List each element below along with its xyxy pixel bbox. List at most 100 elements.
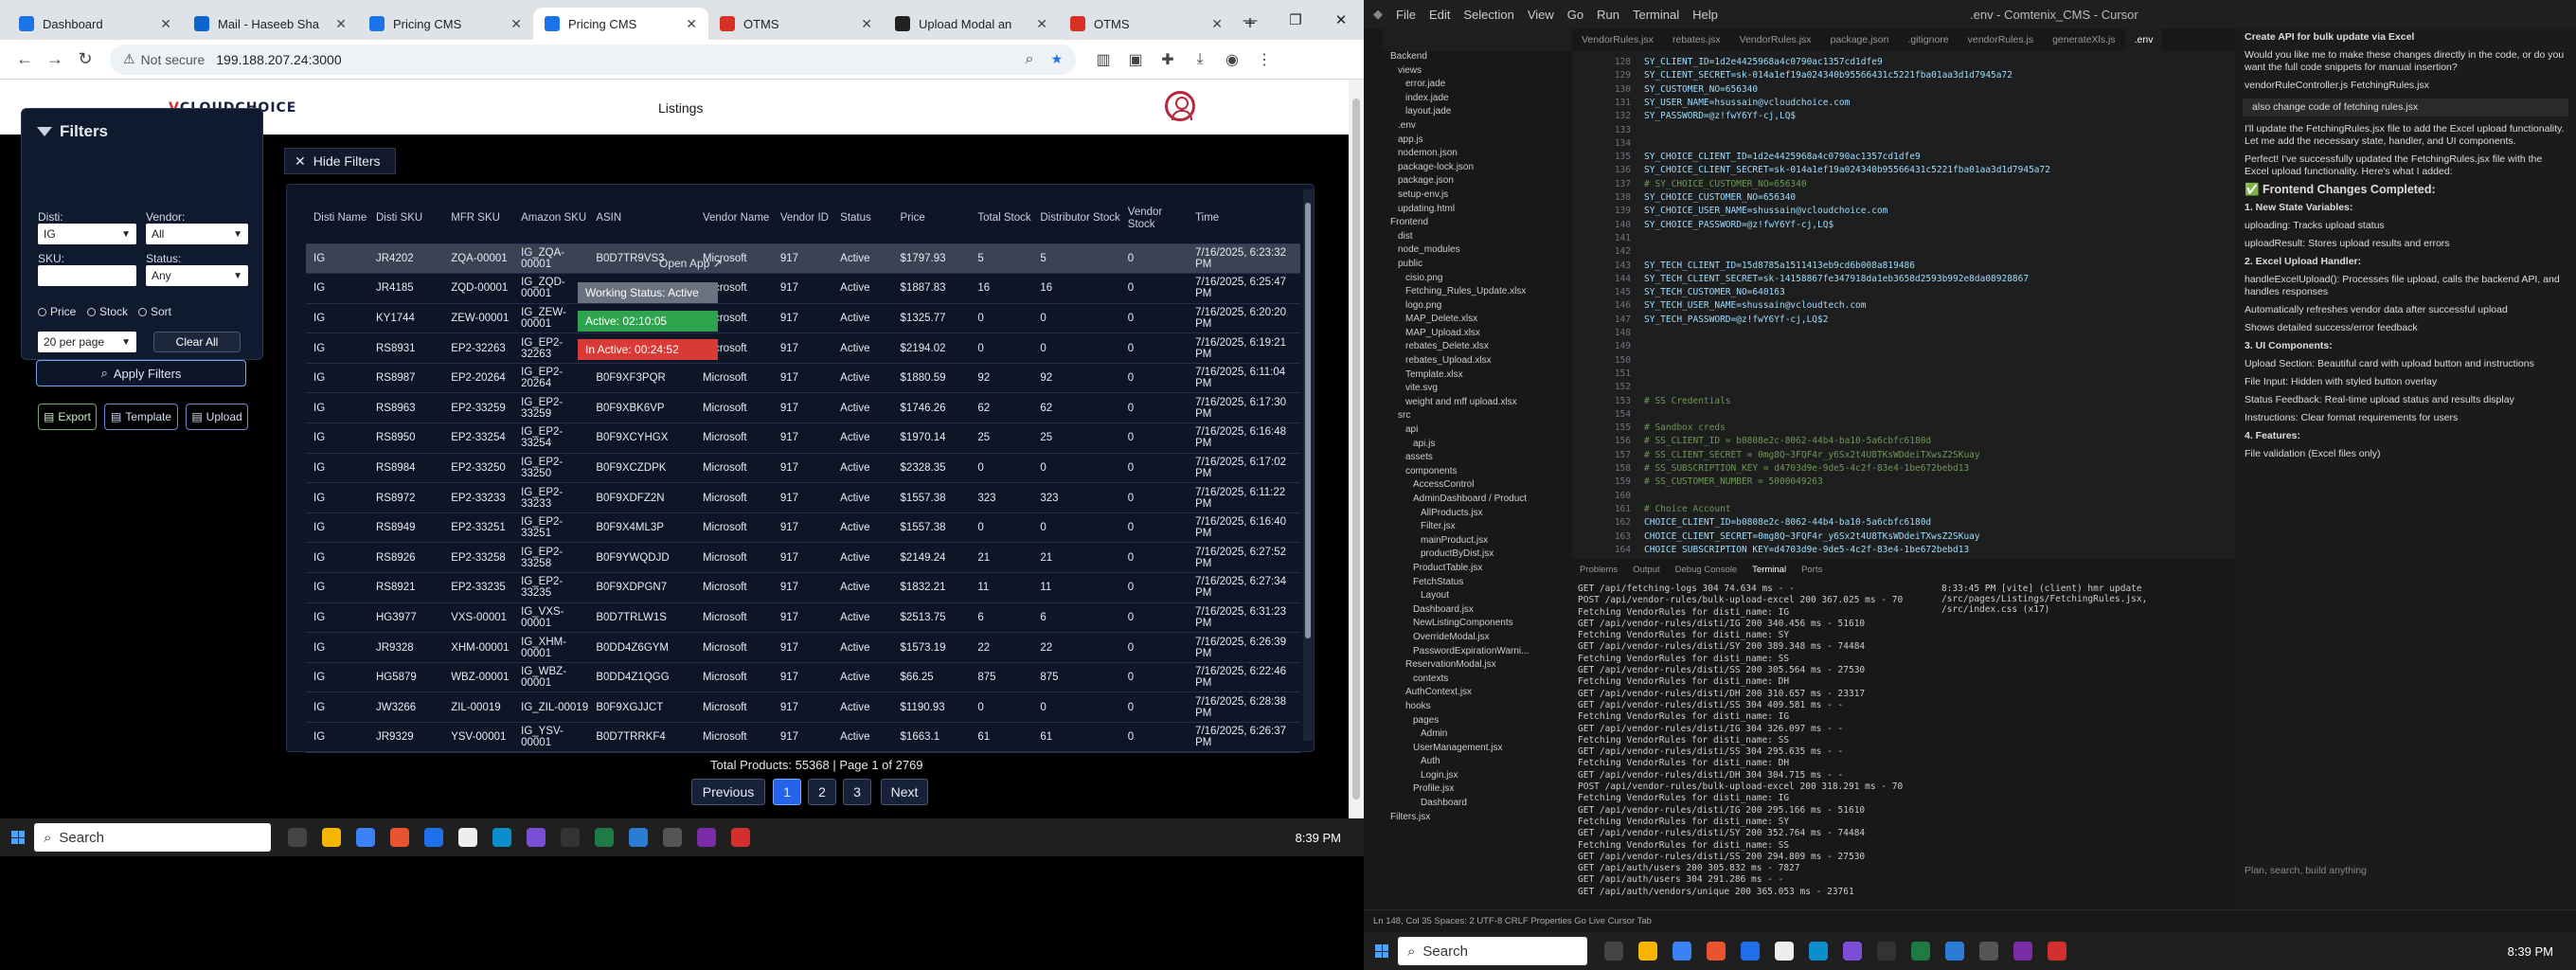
taskbar-app-icon[interactable] (314, 820, 349, 854)
menu-item[interactable]: Run (1597, 8, 1619, 22)
editor-tab[interactable]: package.json (1821, 28, 1899, 51)
explorer-item[interactable]: OverrideModal.jsx (1383, 632, 1572, 646)
explorer-item[interactable]: api (1383, 424, 1572, 439)
user-avatar-icon[interactable] (1165, 91, 1195, 121)
sku-input[interactable] (38, 265, 136, 286)
browser-tab[interactable]: Mail - Haseeb Sha ✕ (183, 8, 358, 40)
taskbar-app-icon[interactable] (349, 820, 383, 854)
explorer-item[interactable]: productByDist.jsx (1383, 548, 1572, 563)
menu-item[interactable]: Edit (1429, 8, 1450, 22)
explorer-item[interactable]: Layout (1383, 590, 1572, 604)
browser-tab[interactable]: Dashboard ✕ (8, 8, 183, 40)
explorer-item[interactable]: rebates_Upload.xlsx (1383, 355, 1572, 369)
browser-tab[interactable]: OTMS ✕ (1059, 8, 1234, 40)
explorer-item[interactable]: Login.jsx (1383, 770, 1572, 784)
panel-tab[interactable]: Terminal (1744, 565, 1794, 575)
hide-filters-button[interactable]: ✕ Hide Filters (284, 148, 396, 174)
explorer-item[interactable]: AccessControl (1383, 479, 1572, 494)
tab-search-icon[interactable]: ▣ (1119, 45, 1152, 75)
table-row[interactable]: IG RS8972 EP2-33233 IG_EP2-33233 B0F9XDFZ2N M… (306, 482, 1300, 513)
taskbar-app-icon[interactable] (1733, 934, 1767, 968)
editor-tab[interactable]: vendorRules.js (1959, 28, 2043, 51)
column-header[interactable]: Distributor Stock (1032, 194, 1120, 244)
taskbar-app-icon[interactable] (1801, 934, 1835, 968)
explorer-item[interactable]: assets (1383, 452, 1572, 466)
profile-icon[interactable]: ◉ (1216, 45, 1248, 75)
table-row[interactable]: IG RS8921 EP2-33235 IG_EP2-33235 B0F9XDPGN7 M… (306, 572, 1300, 603)
column-header[interactable]: Status (832, 194, 893, 244)
code-editor[interactable]: 128 SY_CLIENT_ID=1d2e4425968a4c0790ac1357… (1572, 51, 2235, 553)
explorer-item[interactable]: rebates_Delete.xlsx (1383, 341, 1572, 355)
table-row[interactable]: IGRS8931EP2-32263IG_EP2-32263B0F9XCCNPMi… (306, 332, 1300, 364)
page-3-button[interactable]: 3 (843, 779, 871, 805)
explorer-item[interactable]: mainProduct.jsx (1383, 535, 1572, 549)
taskbar-app-icon[interactable] (724, 820, 758, 854)
column-header[interactable]: Vendor Stock (1119, 194, 1189, 244)
extension-icon[interactable]: ▥ (1087, 45, 1119, 75)
column-header[interactable]: Disti Name (306, 194, 368, 244)
close-icon[interactable]: ✕ (1318, 0, 1364, 40)
apply-filters-button[interactable]: ⌕ Apply Filters (36, 360, 246, 386)
explorer-item[interactable]: package-lock.json (1383, 162, 1572, 176)
taskbar-app-icon[interactable] (417, 820, 451, 854)
taskbar-app-icon[interactable] (1699, 934, 1733, 968)
table-row[interactable]: IG JR9329 YSV-00001 IG_YSV-00001 B0D7TRRKF4 M… (306, 722, 1300, 753)
explorer-item[interactable]: pages (1383, 715, 1572, 729)
editor-tab[interactable]: .env (2124, 28, 2163, 51)
column-header[interactable]: Vendor Name (694, 194, 773, 244)
editor-tab[interactable]: VendorRules.jsx (1572, 28, 1663, 51)
menu-icon[interactable]: ⋮ (1248, 45, 1280, 75)
taskbar-app-icon[interactable] (1904, 934, 1938, 968)
zoom-icon[interactable]: ⌕ (1025, 51, 1033, 68)
table-row[interactable]: IG RS8963 EP2-33259 IG_EP2-33259 B0F9XBK6VP M… (306, 392, 1300, 424)
taskbar-app-icon[interactable] (553, 820, 587, 854)
close-icon[interactable]: ✕ (861, 16, 872, 32)
taskbar-app-icon[interactable] (519, 820, 553, 854)
back-icon[interactable]: ← (9, 45, 40, 75)
explorer-item[interactable]: layout.jade (1383, 106, 1572, 120)
table-row[interactable]: IG HG5879 WBZ-00001 IG_WBZ-00001 B0DD4Z1QGG M… (306, 662, 1300, 693)
close-icon[interactable]: ✕ (160, 16, 171, 32)
minimize-icon[interactable]: — (1227, 0, 1273, 40)
explorer-item[interactable]: setup-env.js (1383, 189, 1572, 204)
taskbar-app-icon[interactable] (1631, 934, 1665, 968)
page-scrollbar[interactable] (1349, 80, 1364, 837)
explorer-item[interactable]: .env (1383, 120, 1572, 135)
close-icon[interactable]: ✕ (686, 16, 697, 32)
radio-price[interactable]: Price (38, 305, 76, 318)
browser-tab[interactable]: Upload Modal an ✕ (884, 8, 1059, 40)
radio-sort[interactable]: Sort (138, 305, 171, 318)
close-icon[interactable]: ✕ (1036, 16, 1047, 32)
taskbar-app-icon[interactable] (1972, 934, 2006, 968)
explorer-item[interactable]: Filter.jsx (1383, 521, 1572, 535)
page-2-button[interactable]: 2 (808, 779, 836, 805)
explorer-item[interactable]: UserManagement.jsx (1383, 743, 1572, 757)
explorer-item[interactable]: vite.svg (1383, 383, 1572, 397)
explorer-item[interactable]: logo.png (1383, 300, 1572, 314)
menu-item[interactable]: View (1528, 8, 1554, 22)
taskbar-app-icon[interactable] (1938, 934, 1972, 968)
windows-start-icon[interactable] (11, 831, 25, 844)
column-header[interactable]: MFR SKU (443, 194, 514, 244)
explorer-item[interactable]: AdminDashboard / Product (1383, 494, 1572, 508)
explorer-item[interactable]: api.js (1383, 439, 1572, 453)
explorer-item[interactable]: nodemon.json (1383, 148, 1572, 162)
explorer-item[interactable]: Frontend (1383, 217, 1572, 231)
browser-tab[interactable]: Pricing CMS ✕ (358, 8, 533, 40)
taskbar-app-icon[interactable] (1869, 934, 1904, 968)
taskbar-app-icon[interactable] (1835, 934, 1869, 968)
menu-item[interactable]: Help (1692, 8, 1718, 22)
taskbar-clock[interactable]: 8:39 PM (2508, 944, 2576, 959)
table-row[interactable]: IG RS8987 EP2-20264 IG_EP2-20264 B0F9XF3PQR M… (306, 363, 1300, 394)
nav-listings[interactable]: Listings (658, 100, 703, 116)
table-row[interactable]: IG RS8926 EP2-33258 IG_EP2-33258 B0F9YWQDJD M… (306, 542, 1300, 574)
taskbar-app-icon[interactable] (383, 820, 417, 854)
explorer-item[interactable]: Fetching_Rules_Update.xlsx (1383, 286, 1572, 300)
taskbar-search[interactable]: ⌕ Search (1398, 937, 1587, 965)
column-header[interactable]: Amazon SKU (513, 194, 589, 244)
taskbar-app-icon[interactable] (1597, 934, 1631, 968)
template-button[interactable]: ▤ Template (104, 404, 178, 430)
page-1-button[interactable]: 1 (773, 779, 801, 805)
taskbar-app-icon[interactable] (2040, 934, 2074, 968)
menu-item[interactable]: Selection (1463, 8, 1513, 22)
